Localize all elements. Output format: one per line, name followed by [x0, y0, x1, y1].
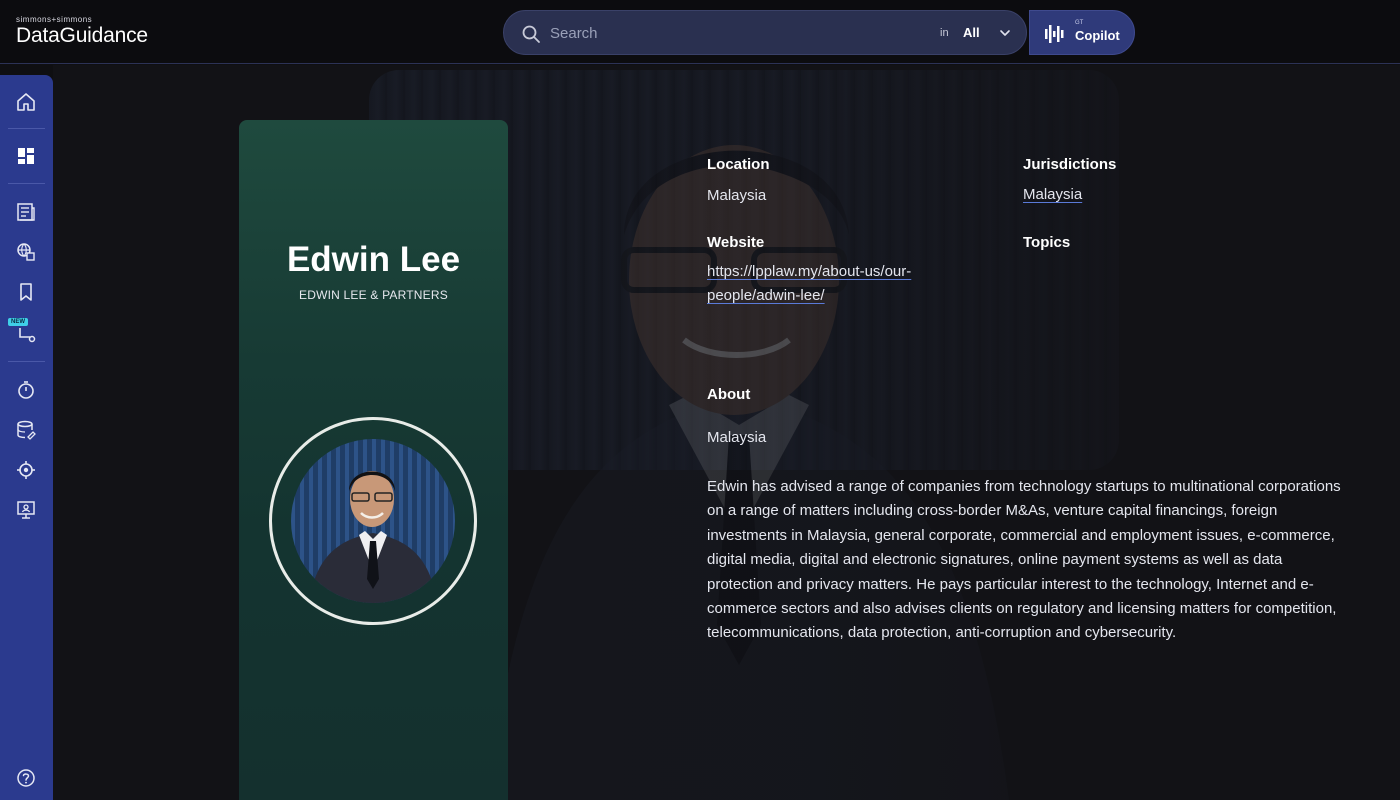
website-link-line[interactable]: https://lpplaw.my/about-us/our- [707, 260, 911, 284]
sidebar-item-home[interactable] [13, 89, 39, 115]
presentation-icon [17, 501, 35, 519]
website-link-line[interactable]: people/adwin-lee/ [707, 284, 911, 308]
location-value: Malaysia [707, 187, 767, 204]
copilot-icon [1045, 25, 1064, 43]
dashboard-icon [18, 148, 34, 164]
person-name: Edwin Lee [286, 240, 461, 279]
timer-icon [18, 381, 34, 399]
sidebar-divider [8, 128, 45, 129]
topics-label: Topics [1023, 234, 1071, 251]
profile-card: Edwin Lee EDWIN LEE & PARTNERS [239, 120, 508, 800]
sidebar-item-database[interactable] [13, 417, 39, 443]
location-label: Location [707, 156, 770, 173]
sidebar: NEW [0, 75, 53, 800]
about-label: About [707, 386, 751, 403]
sidebar-item-help[interactable] [13, 765, 39, 791]
website-label: Website [707, 234, 765, 251]
copilot-button[interactable]: GT Copilot [1029, 10, 1135, 55]
sidebar-item-timer[interactable] [13, 377, 39, 403]
sidebar-item-dashboard[interactable] [13, 143, 39, 169]
top-bar: simmons+simmons DataGuidance in All GT C… [0, 0, 1400, 64]
search-bar: in All [503, 10, 1027, 55]
sidebar-item-workflow[interactable] [13, 321, 39, 347]
sidebar-item-bookmarks[interactable] [13, 279, 39, 305]
sidebar-divider [8, 361, 45, 362]
help-icon [17, 769, 35, 787]
sidebar-divider [8, 183, 45, 184]
logo-wordmark: DataGuidance [16, 24, 148, 47]
regulations-icon [17, 243, 35, 261]
sidebar-item-news[interactable] [13, 199, 39, 225]
search-input[interactable] [550, 20, 920, 46]
jurisdictions-label: Jurisdictions [1023, 156, 1117, 173]
copilot-superscript: GT [1075, 20, 1084, 26]
logo[interactable]: simmons+simmons DataGuidance [16, 16, 148, 48]
sidebar-item-regulations[interactable] [13, 239, 39, 265]
about-country: Malaysia [707, 429, 767, 446]
workflow-icon [19, 328, 36, 343]
target-icon [17, 461, 35, 479]
avatar [291, 439, 455, 603]
news-icon [17, 203, 35, 221]
copilot-label: Copilot [1075, 28, 1120, 43]
search-scope-prefix: in [940, 27, 949, 39]
jurisdiction-link[interactable]: Malaysia [1023, 183, 1082, 207]
bookmark-icon [20, 283, 32, 301]
person-firm: EDWIN LEE & PARTNERS [299, 288, 448, 302]
profile-page: Edwin Lee EDWIN LEE & PARTNERS Location … [53, 65, 1400, 800]
database-icon [17, 420, 36, 440]
about-text: Edwin has advised a range of companies f… [707, 478, 1341, 642]
search-icon[interactable] [521, 24, 541, 44]
home-icon [17, 93, 35, 111]
logo-parent-brand: simmons+simmons [16, 15, 93, 24]
website-link[interactable]: https://lpplaw.my/about-us/our- people/a… [707, 260, 911, 308]
sidebar-item-target[interactable] [13, 457, 39, 483]
search-scope-select[interactable]: All [963, 25, 980, 40]
chevron-down-icon[interactable] [998, 26, 1012, 40]
sidebar-item-presentation[interactable] [13, 497, 39, 523]
